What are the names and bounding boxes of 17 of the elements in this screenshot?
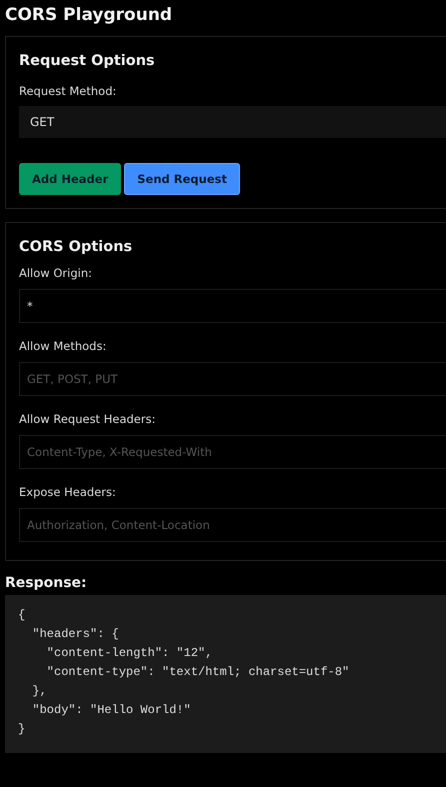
- send-request-button[interactable]: Send Request: [124, 163, 240, 195]
- field-label: Allow Request Headers:: [19, 411, 156, 427]
- add-header-button[interactable]: Add Header: [19, 163, 122, 195]
- method-select[interactable]: GET: [19, 106, 446, 138]
- field-label: Allow Origin:: [19, 265, 93, 281]
- input-field[interactable]: Authorization, Content-Location: [19, 508, 446, 542]
- input-field[interactable]: *: [19, 289, 446, 323]
- field-label: Request Method:: [19, 83, 118, 99]
- field-label: Allow Methods:: [19, 338, 108, 354]
- field-label: Expose Headers:: [19, 484, 117, 500]
- input-field[interactable]: Content-Type, X-Requested-With: [19, 435, 446, 469]
- response-code-block: { "headers": { "content-length": "12", "content-type": "text/html; charset=utf-8" }, "body": "Hello World!" }: [5, 595, 446, 753]
- input-field[interactable]: GET, POST, PUT: [19, 362, 446, 396]
- page-title: CORS Playground: [5, 4, 174, 26]
- response-label: Response:: [5, 574, 88, 592]
- section-heading: CORS Options: [19, 238, 134, 257]
- section-heading: Request Options: [19, 52, 156, 71]
